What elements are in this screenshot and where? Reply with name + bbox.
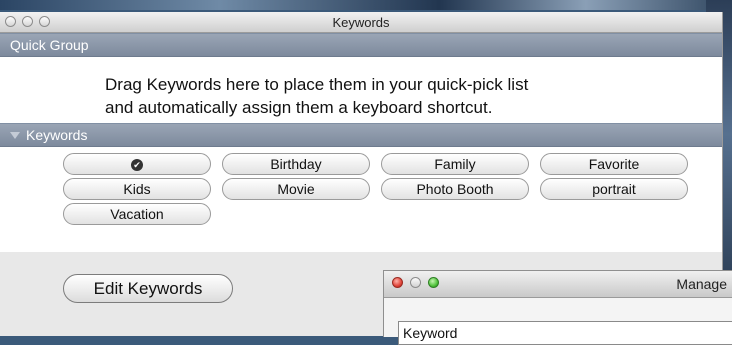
disclosure-triangle-icon[interactable] <box>10 131 20 139</box>
manage-window-controls <box>392 277 439 288</box>
keyword-chip-birthday[interactable]: Birthday <box>222 153 370 175</box>
quick-group-instructions: Drag Keywords here to place them in your… <box>105 73 665 119</box>
keyword-chip-family[interactable]: Family <box>381 153 529 175</box>
keyword-chip-favorite[interactable]: Favorite <box>540 153 688 175</box>
instructions-line-2: and automatically assign them a keyboard… <box>105 98 493 117</box>
desktop-background-top <box>0 0 732 10</box>
manage-window-titlebar[interactable]: Manage <box>384 271 732 298</box>
quick-group-header: Quick Group <box>0 33 722 57</box>
manage-close-button[interactable] <box>392 277 403 288</box>
manage-minimize-button[interactable] <box>410 277 421 288</box>
edit-keywords-button[interactable]: Edit Keywords <box>63 274 233 303</box>
quick-group-drop-area[interactable]: Drag Keywords here to place them in your… <box>0 57 722 123</box>
manage-window-title: Manage <box>676 276 727 292</box>
window-titlebar[interactable]: Keywords <box>0 12 722 33</box>
keyword-chip-portrait[interactable]: portrait <box>540 178 688 200</box>
keyword-chip-vacation[interactable]: Vacation <box>63 203 211 225</box>
keywords-header-label: Keywords <box>26 127 88 143</box>
keyword-chip-checkmark[interactable]: ✔ <box>63 153 211 175</box>
checkmark-icon: ✔ <box>131 159 143 172</box>
keyword-chip-photo-booth[interactable]: Photo Booth <box>381 178 529 200</box>
keywords-list: ✔ Birthday Family Favorite Kids Movie Ph… <box>0 147 722 247</box>
keyword-chip-kids[interactable]: Kids <box>63 178 211 200</box>
manage-zoom-button[interactable] <box>428 277 439 288</box>
keyword-column-header[interactable]: Keyword <box>398 321 732 345</box>
instructions-line-1: Drag Keywords here to place them in your… <box>105 75 529 94</box>
manage-window: Manage Keyword <box>383 270 732 345</box>
keywords-header[interactable]: Keywords <box>0 123 722 147</box>
keyword-chip-movie[interactable]: Movie <box>222 178 370 200</box>
window-title: Keywords <box>332 15 390 30</box>
